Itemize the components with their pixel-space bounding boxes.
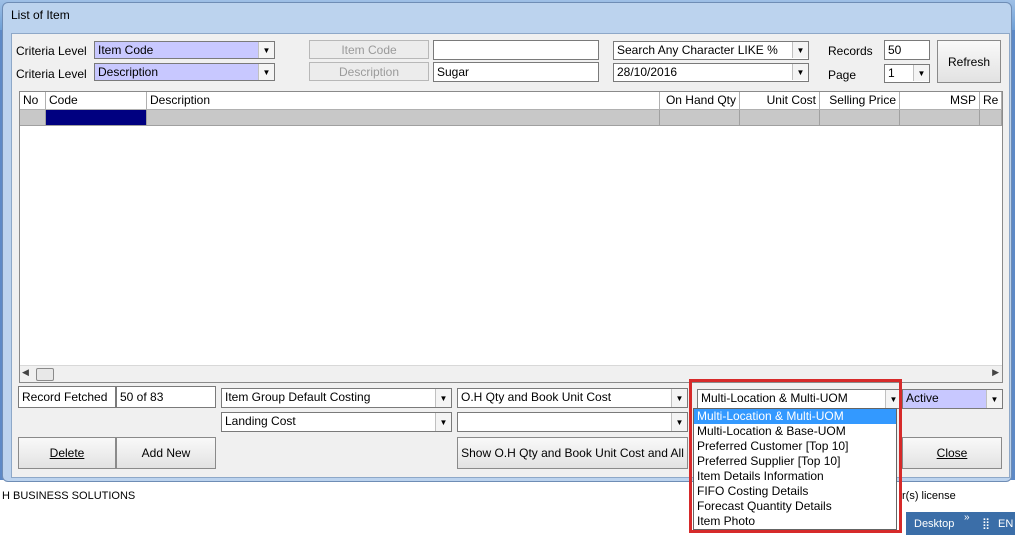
refresh-button[interactable]: Refresh	[937, 40, 1001, 83]
dropdown-option[interactable]: Item Photo	[694, 514, 896, 529]
dropdown-option[interactable]: Multi-Location & Base-UOM	[694, 424, 896, 439]
page-select[interactable]: 1 ▼	[884, 64, 930, 83]
scroll-left-icon[interactable]: ◀	[22, 367, 29, 378]
window-title: List of Item	[11, 8, 70, 22]
dropdown-option[interactable]: Preferred Supplier [Top 10]	[694, 454, 896, 469]
qty-cost-select[interactable]: O.H Qty and Book Unit Cost ▼	[457, 388, 688, 408]
search-mode-value: Search Any Character LIKE %	[617, 43, 778, 57]
license-text: r(s) license	[902, 490, 956, 502]
column-header-code[interactable]: Code	[46, 92, 147, 110]
table-row-cell[interactable]	[20, 110, 46, 126]
record-fetched-label: Record Fetched	[18, 386, 116, 408]
costing-value: Item Group Default Costing	[225, 390, 371, 404]
record-fetched-value: 50 of 83	[116, 386, 216, 408]
dropdown-option[interactable]: Preferred Customer [Top 10]	[694, 439, 896, 454]
taskbar: Desktop » ⣿ EN	[906, 512, 1015, 535]
chevron-down-icon[interactable]: ▼	[792, 64, 808, 80]
dropdown-option[interactable]: Multi-Location & Multi-UOM	[694, 409, 896, 424]
close-button[interactable]: Close	[902, 437, 1002, 469]
status-select[interactable]: Active ▼	[902, 389, 1003, 409]
search-mode-select[interactable]: Search Any Character LIKE % ▼	[613, 41, 809, 60]
location-uom-dropdown-list[interactable]: Multi-Location & Multi-UOM Multi-Locatio…	[693, 408, 897, 530]
criteria-level-label-2: Criteria Level	[16, 67, 87, 81]
column-header-no[interactable]: No	[20, 92, 46, 110]
item-code-button[interactable]: Item Code	[309, 40, 429, 59]
chevron-down-icon[interactable]: ▼	[913, 65, 929, 81]
landing-cost-value: Landing Cost	[225, 414, 296, 428]
chevron-down-icon[interactable]: ▼	[435, 413, 451, 431]
qty-cost-select-2[interactable]: ▼	[457, 412, 688, 432]
chevron-down-icon[interactable]: ▼	[986, 390, 1002, 408]
horizontal-scrollbar[interactable]: ◀ ▶	[20, 365, 1002, 382]
dropdown-option[interactable]: Item Details Information	[694, 469, 896, 484]
add-new-button[interactable]: Add New	[116, 437, 216, 469]
chevron-down-icon[interactable]: ▼	[671, 413, 687, 431]
chevron-down-icon[interactable]: ▼	[671, 389, 687, 407]
chevron-down-icon[interactable]: ▼	[792, 42, 808, 58]
item-grid[interactable]: No Code Description On Hand Qty Unit Cos…	[19, 91, 1003, 383]
column-header-msp[interactable]: MSP	[900, 92, 980, 110]
table-row-cell[interactable]	[740, 110, 820, 126]
criteria-level-1-select[interactable]: Item Code ▼	[94, 41, 275, 59]
chevron-down-icon[interactable]: ▼	[885, 390, 901, 408]
chevron-right-icon[interactable]: »	[964, 512, 970, 523]
records-input[interactable]: 50	[884, 40, 930, 60]
qty-cost-value: O.H Qty and Book Unit Cost	[461, 390, 612, 404]
status-value: Active	[906, 391, 939, 405]
chevron-down-icon[interactable]: ▼	[258, 42, 274, 58]
scrollbar-thumb[interactable]	[36, 368, 54, 381]
criteria-level-1-value: Item Code	[98, 43, 154, 57]
location-uom-value: Multi-Location & Multi-UOM	[701, 391, 848, 405]
criteria-level-2-value: Description	[98, 65, 159, 79]
desktop-toolbar[interactable]: Desktop	[914, 518, 954, 530]
column-header-re[interactable]: Re	[980, 92, 1002, 110]
criteria-level-label-1: Criteria Level	[16, 44, 87, 58]
column-header-on-hand-qty[interactable]: On Hand Qty	[660, 92, 740, 110]
show-all-button[interactable]: Show O.H Qty and Book Unit Cost and All	[457, 437, 688, 469]
item-code-field[interactable]	[433, 40, 599, 60]
chevron-down-icon[interactable]: ▼	[435, 389, 451, 407]
table-row-cell[interactable]	[980, 110, 1002, 126]
dropdown-option[interactable]: FIFO Costing Details	[694, 484, 896, 499]
table-row-cell[interactable]	[900, 110, 980, 126]
date-picker[interactable]: 28/10/2016 ▼	[613, 63, 809, 82]
date-value: 28/10/2016	[617, 65, 678, 79]
language-indicator[interactable]: EN	[998, 518, 1013, 530]
page-value: 1	[888, 66, 895, 80]
table-row-cell[interactable]	[147, 110, 660, 126]
delete-button[interactable]: Delete	[18, 437, 116, 469]
table-row-cell[interactable]	[820, 110, 900, 126]
chevron-down-icon[interactable]: ▼	[258, 64, 274, 80]
scroll-right-icon[interactable]: ▶	[992, 367, 999, 378]
column-header-unit-cost[interactable]: Unit Cost	[740, 92, 820, 110]
column-header-selling-price[interactable]: Selling Price	[820, 92, 900, 110]
criteria-level-2-select[interactable]: Description ▼	[94, 63, 275, 81]
landing-cost-select[interactable]: Landing Cost ▼	[221, 412, 452, 432]
table-row-code-cell[interactable]	[46, 110, 147, 126]
grid-icon[interactable]: ⣿	[982, 517, 990, 530]
description-button[interactable]: Description	[309, 62, 429, 81]
costing-select[interactable]: Item Group Default Costing ▼	[221, 388, 452, 408]
column-header-description[interactable]: Description	[147, 92, 660, 110]
records-label: Records	[828, 44, 873, 58]
company-name: H BUSINESS SOLUTIONS	[2, 490, 136, 502]
description-field[interactable]: Sugar	[433, 62, 599, 82]
table-row-cell[interactable]	[660, 110, 740, 126]
dropdown-option[interactable]: Forecast Quantity Details	[694, 499, 896, 514]
page-label: Page	[828, 68, 857, 82]
location-uom-select[interactable]: Multi-Location & Multi-UOM ▼	[697, 389, 902, 409]
